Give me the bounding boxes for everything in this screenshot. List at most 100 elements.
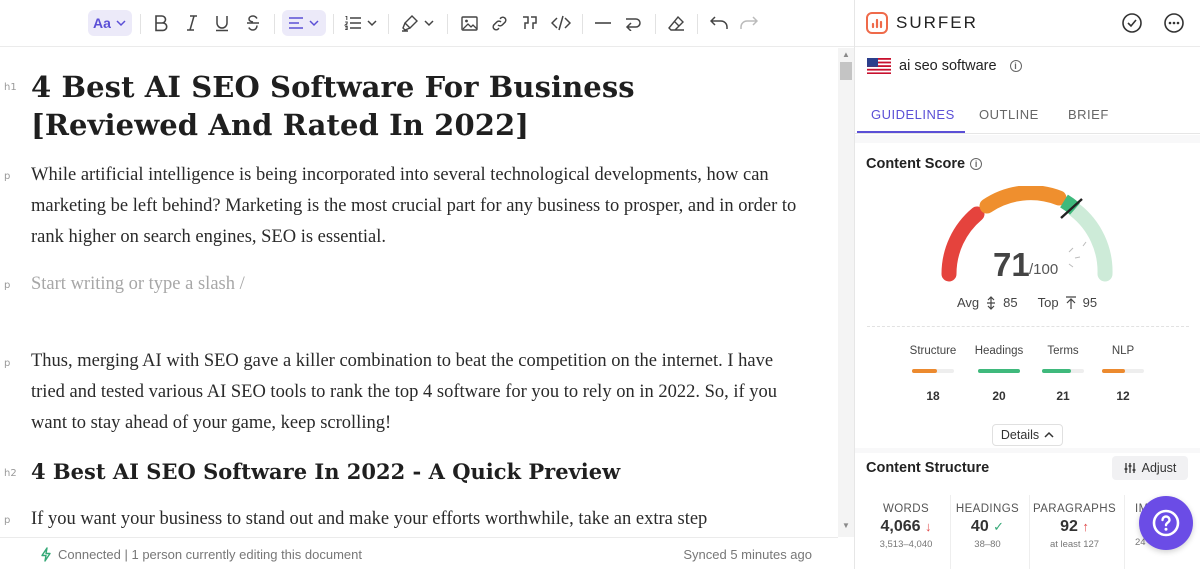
blockquote-button[interactable] — [519, 10, 541, 36]
horizontal-rule-button[interactable] — [593, 10, 613, 36]
highlight-dropdown[interactable] — [398, 10, 438, 36]
strikethrough-icon — [247, 15, 259, 31]
active-tab-indicator — [857, 131, 965, 133]
list-dropdown[interactable] — [342, 10, 380, 36]
help-button[interactable] — [1139, 496, 1193, 550]
tab-guidelines[interactable]: GUIDELINES — [871, 107, 955, 122]
paragraph[interactable]: Thus, merging AI with SEO gave a killer … — [31, 346, 811, 439]
empty-paragraph-placeholder[interactable]: Start writing or type a slash / — [31, 269, 811, 300]
stat-headings: HEADINGS 40 ✓ 38–80 — [950, 495, 1024, 569]
bold-button[interactable] — [151, 10, 171, 36]
check-icon: ✓ — [993, 519, 1005, 534]
undo-button[interactable] — [708, 10, 730, 36]
connection-text: Connected | 1 person currently editing t… — [58, 547, 362, 562]
check-circle-icon[interactable] — [1121, 12, 1143, 34]
panel-tabs: GUIDELINES OUTLINE BRIEF — [855, 96, 1200, 134]
metric-bar — [912, 369, 954, 373]
toolbar-divider — [274, 14, 275, 34]
panel-header: SURFER — [855, 0, 1200, 47]
eraser-icon — [667, 15, 684, 31]
italic-icon — [187, 15, 197, 31]
numbered-list-icon — [344, 16, 361, 30]
more-options-icon[interactable] — [1163, 12, 1185, 34]
underline-icon — [216, 16, 228, 32]
us-flag-icon — [867, 58, 891, 74]
metric-bar — [1042, 369, 1084, 373]
document-title[interactable]: 4 Best AI SEO Software For Business [Rev… — [31, 68, 791, 144]
block-tag-p: p — [4, 171, 11, 182]
metric-headings[interactable]: Headings 20 — [967, 345, 1031, 403]
insert-image-button[interactable] — [459, 10, 479, 36]
redo-button[interactable] — [738, 10, 760, 36]
status-bar: Connected | 1 person currently editing t… — [0, 537, 838, 569]
sync-status: Synced 5 minutes ago — [683, 547, 812, 562]
italic-button[interactable] — [182, 10, 202, 36]
paragraph[interactable]: While artificial intelligence is being i… — [31, 160, 811, 253]
avg-score: 85 — [1003, 295, 1018, 310]
arrow-down-icon: ↓ — [925, 519, 932, 534]
scroll-up-icon[interactable]: ▲ — [842, 50, 850, 59]
quote-icon — [523, 16, 537, 29]
sliders-icon — [1124, 463, 1136, 473]
code-button[interactable] — [550, 10, 572, 36]
strikethrough-button[interactable] — [243, 10, 263, 36]
insert-link-button[interactable] — [489, 10, 509, 36]
chevron-up-icon — [1044, 431, 1054, 438]
connection-status: Connected | 1 person currently editing t… — [40, 547, 362, 562]
stat-paragraphs: PARAGRAPHS 92 ↑ at least 127 — [1029, 495, 1119, 569]
undo-icon — [710, 16, 728, 29]
toolbar-divider — [333, 14, 334, 34]
info-icon[interactable]: i — [1009, 60, 1022, 72]
scroll-down-icon[interactable]: ▼ — [842, 521, 850, 530]
scrollbar-thumb[interactable] — [840, 62, 852, 80]
surfer-brand: SURFER — [866, 12, 978, 34]
avg-top-scores: Avg 85 Top 95 — [957, 295, 1097, 310]
target-keyword[interactable]: ai seo software — [899, 58, 997, 74]
document-body[interactable]: h1 4 Best AI SEO Software For Business [… — [0, 48, 838, 537]
block-tag-p: p — [4, 515, 11, 526]
top-arrow-icon — [1065, 295, 1076, 309]
top-label: Top — [1037, 295, 1059, 310]
metric-bar — [978, 369, 1020, 373]
content-score-value: 71 — [993, 246, 1030, 283]
clear-format-button[interactable] — [666, 10, 686, 36]
bold-icon — [155, 15, 168, 32]
average-icon — [987, 295, 996, 310]
toolbar-divider — [388, 14, 389, 34]
editor-pane: Aa h1 4 Best AI SEO Software For Busines… — [0, 0, 854, 569]
align-left-icon — [289, 17, 303, 29]
horizontal-rule-icon — [595, 22, 611, 24]
code-icon — [551, 15, 571, 31]
toolbar-divider — [447, 14, 448, 34]
link-icon — [491, 15, 507, 31]
metric-nlp[interactable]: NLP 12 — [1091, 345, 1155, 403]
metric-bar — [1102, 369, 1144, 373]
metric-structure[interactable]: Structure 18 — [901, 345, 965, 403]
toolbar-divider — [582, 14, 583, 34]
align-dropdown[interactable] — [282, 10, 326, 36]
line-break-button[interactable] — [622, 10, 644, 36]
avg-label: Avg — [957, 295, 980, 310]
details-button[interactable]: Details — [992, 424, 1063, 446]
editor-toolbar: Aa — [0, 0, 854, 47]
editor-scrollbar[interactable]: ▲ ▼ — [838, 48, 854, 537]
block-tag-p: p — [4, 280, 11, 291]
underline-button[interactable] — [212, 10, 232, 36]
content-structure-title: Content Structure — [866, 460, 990, 476]
metric-terms[interactable]: Terms 21 — [1031, 345, 1095, 403]
section-heading[interactable]: 4 Best AI SEO Software In 2022 - A Quick… — [31, 457, 791, 487]
chevron-down-icon — [116, 20, 126, 27]
chevron-down-icon — [424, 20, 434, 27]
text-format-dropdown[interactable]: Aa — [88, 10, 132, 36]
line-break-icon — [625, 18, 641, 31]
lightning-icon — [41, 547, 51, 562]
toolbar-divider — [140, 14, 141, 34]
paragraph[interactable]: If you want your business to stand out a… — [31, 504, 811, 535]
adjust-button[interactable]: Adjust — [1112, 456, 1188, 480]
tab-outline[interactable]: OUTLINE — [979, 107, 1039, 122]
chevron-down-icon — [309, 20, 319, 27]
image-icon — [460, 15, 478, 31]
tab-brief[interactable]: BRIEF — [1068, 107, 1109, 122]
surfer-logo-icon — [866, 12, 888, 34]
info-icon[interactable]: i — [970, 158, 983, 170]
